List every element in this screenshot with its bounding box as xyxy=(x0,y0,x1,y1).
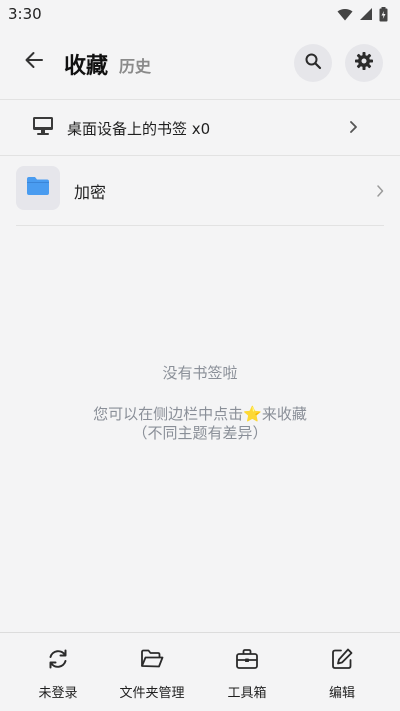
folder-icon xyxy=(26,176,50,200)
page-title: 收藏 xyxy=(64,54,109,79)
sync-icon xyxy=(46,646,70,672)
nav-folder-manager[interactable]: 文件夹管理 xyxy=(102,633,202,711)
empty-state-hint: 您可以在侧边栏中点击⭐来收藏 （不同主题有差异） xyxy=(0,405,400,443)
empty-state-title: 没有书签啦 xyxy=(162,364,238,382)
folder-open-icon xyxy=(140,646,164,672)
monitor-icon xyxy=(32,116,54,140)
battery-icon xyxy=(379,6,388,22)
status-time: 3:30 xyxy=(8,5,42,23)
nav-toolbox-label: 工具箱 xyxy=(227,686,267,701)
arrow-left-icon xyxy=(24,51,44,73)
folder-tile xyxy=(16,166,60,210)
empty-state-hint-sub: （不同主题有差异） xyxy=(132,424,268,442)
status-icons xyxy=(337,6,388,22)
search-icon xyxy=(304,52,322,74)
nav-toolbox[interactable]: 工具箱 xyxy=(197,633,297,711)
section-divider xyxy=(0,155,400,156)
hint-text-after: 来收藏 xyxy=(261,405,307,423)
folder-label: 加密 xyxy=(74,183,107,202)
bottom-nav: 未登录 文件夹管理 工具箱 编辑 xyxy=(0,632,400,711)
folder-divider xyxy=(16,225,384,226)
desktop-bookmarks-label: 桌面设备上的书签 x0 xyxy=(67,120,211,138)
empty-state-hint-line: 您可以在侧边栏中点击⭐来收藏 xyxy=(0,405,400,424)
settings-button[interactable] xyxy=(345,44,383,82)
back-button[interactable] xyxy=(16,44,52,80)
desktop-bookmarks-row[interactable]: 桌面设备上的书签 x0 xyxy=(0,100,400,155)
wifi-icon xyxy=(337,8,353,21)
nav-edit[interactable]: 编辑 xyxy=(292,633,392,711)
tab-history[interactable]: 历史 xyxy=(119,53,151,77)
chevron-right-icon xyxy=(348,119,358,138)
search-button[interactable] xyxy=(294,44,332,82)
nav-login-label: 未登录 xyxy=(38,686,78,701)
nav-edit-label: 编辑 xyxy=(328,686,355,701)
star-icon: ⭐ xyxy=(243,405,262,423)
edit-icon xyxy=(330,646,354,672)
nav-login[interactable]: 未登录 xyxy=(8,633,108,711)
nav-folder-manager-label: 文件夹管理 xyxy=(119,686,185,701)
folder-item[interactable]: 加密 xyxy=(16,166,386,216)
hint-text-before: 您可以在侧边栏中点击 xyxy=(93,405,244,423)
gear-icon xyxy=(354,51,374,75)
app-header: 收藏 历史 xyxy=(0,36,400,90)
status-bar: 3:30 xyxy=(0,0,400,28)
chevron-right-icon xyxy=(376,183,384,202)
signal-icon xyxy=(359,7,373,21)
toolbox-icon xyxy=(235,646,259,672)
